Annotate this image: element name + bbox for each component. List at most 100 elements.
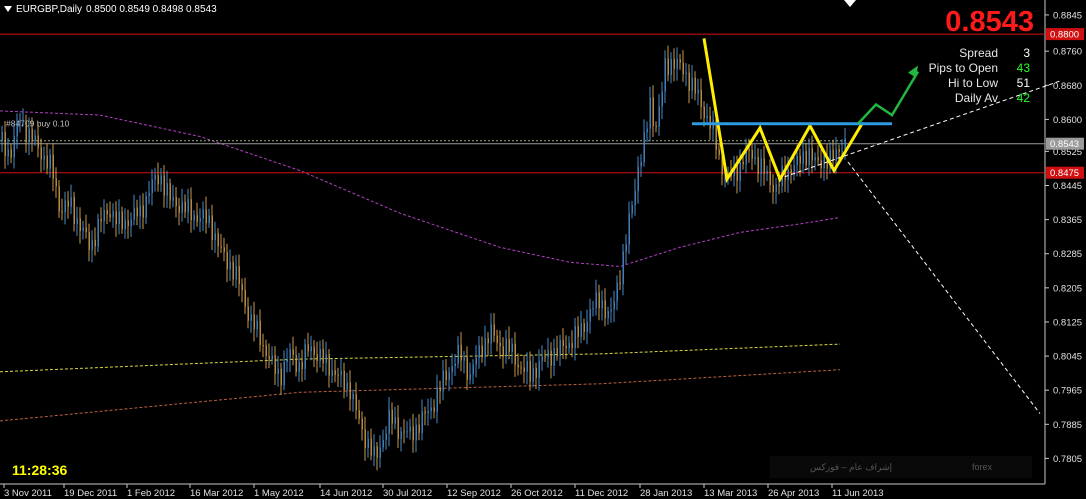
candle-body <box>823 156 825 169</box>
candle-body <box>100 219 102 222</box>
candle-body <box>496 335 498 343</box>
candle-body <box>604 300 606 319</box>
candle-body <box>211 215 213 241</box>
info-label: Daily Av <box>954 91 998 105</box>
y-tick-label: 0.8845 <box>1053 10 1082 21</box>
candle-body <box>37 135 39 148</box>
candle-body <box>46 155 48 169</box>
x-tick-label: 11 Jun 2013 <box>832 488 884 499</box>
candle-body <box>607 311 609 319</box>
candle-body <box>160 175 162 185</box>
chart-area[interactable]: 0.8845 0.8760 0.8680 0.8600 0.8525 0.8445 0.83… <box>0 0 1086 499</box>
candle-body <box>76 218 78 224</box>
candle-body <box>106 210 108 215</box>
candle-body <box>94 239 96 247</box>
y-tick-label: 0.8285 <box>1053 249 1082 260</box>
candle-body <box>460 344 462 361</box>
candle-body <box>199 218 201 222</box>
candle-body <box>82 227 84 232</box>
candle-body <box>427 411 429 414</box>
candle-body <box>151 179 153 194</box>
candle-body <box>250 314 252 321</box>
candle-body <box>811 148 813 161</box>
candle-body <box>16 122 18 137</box>
candle-body <box>691 77 693 91</box>
candle-body <box>115 211 117 224</box>
candle-body <box>748 150 750 151</box>
chevron-down-icon[interactable] <box>844 0 856 7</box>
candle-body <box>73 197 75 224</box>
candle-body <box>502 346 504 357</box>
candle-body <box>322 349 324 364</box>
candle-body <box>280 368 282 386</box>
candle-body <box>394 417 396 424</box>
candle-body <box>205 209 207 224</box>
candle-body <box>751 150 753 159</box>
candle-body <box>424 411 426 414</box>
candle-body <box>538 361 540 378</box>
candle-body <box>316 354 318 361</box>
candle-body <box>640 162 642 167</box>
price-level-tag-label: 0.8543 <box>1050 139 1079 150</box>
candle-body <box>577 326 579 337</box>
candle-body <box>439 387 441 392</box>
candle-body <box>124 220 126 229</box>
candle-body <box>373 446 375 456</box>
candle-body <box>181 201 183 213</box>
candle-body <box>682 62 684 75</box>
symbol-label: EURGBP,Daily <box>16 3 82 15</box>
candle-body <box>358 410 360 419</box>
candle-body <box>382 440 384 448</box>
candle-body <box>436 387 438 412</box>
candle-body <box>247 306 249 321</box>
info-label: Spread <box>959 46 998 60</box>
current-price-display: 0.8543 <box>945 6 1034 38</box>
candle-body <box>400 431 402 439</box>
y-tick-label: 0.8445 <box>1053 181 1082 192</box>
candle-body <box>739 161 741 181</box>
candle-body <box>331 370 333 376</box>
candle-body <box>457 344 459 364</box>
info-label: Hi to Low <box>947 76 998 90</box>
candle-body <box>40 147 42 160</box>
chart-header: EURGBP,Daily 0.8500 0.8549 0.8498 0.8543 <box>4 2 217 16</box>
candle-body <box>499 343 501 347</box>
candle-body <box>4 132 6 157</box>
x-tick-label: 30 Jul 2012 <box>383 488 432 499</box>
candle-body <box>274 355 276 374</box>
watermark: إشراف عام – فوركس forex <box>770 456 1032 478</box>
candle-body <box>67 200 69 207</box>
candle-body <box>772 185 774 192</box>
candle-body <box>451 366 453 373</box>
candle-body <box>667 58 669 75</box>
candle-body <box>802 151 804 164</box>
candle-body <box>346 382 348 391</box>
candle-body <box>319 349 321 361</box>
candle-body <box>418 424 420 433</box>
ohlc-label: 0.8500 0.8549 0.8498 0.8543 <box>85 3 217 15</box>
candle-body <box>376 446 378 458</box>
x-tick-label: 19 Dec 2011 <box>64 488 117 499</box>
candle-body <box>277 368 279 374</box>
candle-body <box>421 411 423 433</box>
candle-body <box>787 169 789 181</box>
candle-body <box>754 157 756 159</box>
candle-body <box>112 211 114 218</box>
candle-body <box>289 349 291 360</box>
moving-average-brown <box>0 369 841 422</box>
candle-body <box>352 394 354 400</box>
dropdown-triangle-icon[interactable] <box>4 6 12 12</box>
x-tick-label: 3 Nov 2011 <box>4 488 52 499</box>
price-level-tag-label: 0.8475 <box>1050 168 1079 179</box>
candle-body <box>835 149 837 162</box>
candle-body <box>670 59 672 75</box>
candle-body <box>25 120 27 143</box>
candle-body <box>43 155 45 160</box>
candle-body <box>679 59 681 63</box>
moving-average-yellow <box>0 343 841 373</box>
candle-body <box>505 339 507 357</box>
candle-body <box>511 343 513 352</box>
candle-body <box>523 367 525 372</box>
candle-body <box>328 354 330 376</box>
candle-body <box>283 361 285 386</box>
